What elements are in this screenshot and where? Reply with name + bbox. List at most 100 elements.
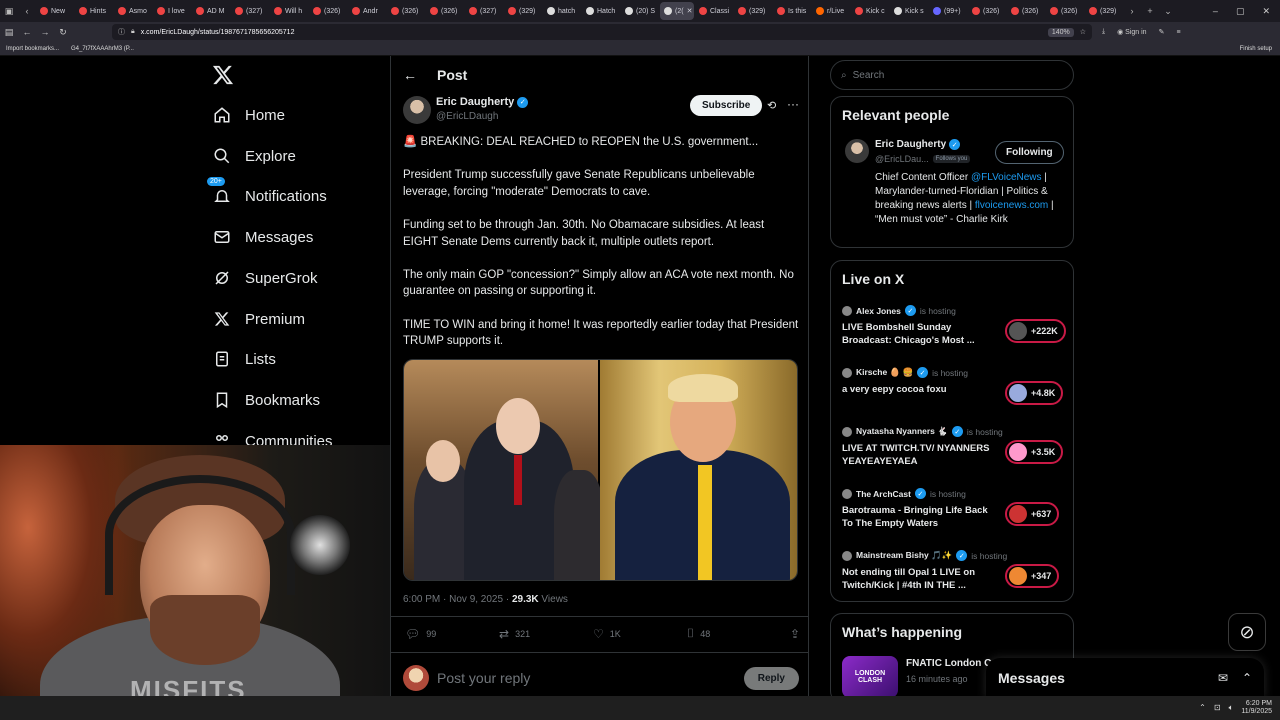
browser-tab[interactable]: (99+)	[929, 2, 967, 20]
browser-tab[interactable]: I love	[153, 2, 191, 20]
nav-explore[interactable]: Explore	[213, 147, 296, 165]
downloads-icon[interactable]: ⤓	[1102, 28, 1105, 36]
more-options-icon[interactable]: ···	[787, 97, 799, 111]
taskbar-clock[interactable]: 6:20 PM 11/9/2025	[1241, 700, 1272, 716]
live-item[interactable]: Mainstream Bishy 🎵✨ ✓ is hosting Not ending…	[842, 550, 1067, 602]
nav-bookmarks[interactable]: Bookmarks	[213, 391, 320, 409]
live-item[interactable]: Kirsche 🥚 🍔 ✓ is hosting a very eepy cocoa …	[842, 367, 1067, 419]
browser-tab[interactable]: Kick c	[851, 2, 889, 20]
nav-notifications[interactable]: 20+ Notifications	[207, 177, 327, 205]
browser-tab[interactable]: (329)	[504, 2, 542, 20]
post-image-senators[interactable]	[404, 360, 604, 580]
expand-drawer-icon[interactable]: ⌃	[1242, 671, 1252, 685]
finish-setup-link[interactable]: Finish setup	[1240, 46, 1280, 52]
messages-drawer[interactable]: Messages ✉ ⌃	[986, 658, 1264, 698]
live-item[interactable]: Nyatasha Nyanners 🐇 ✓ is hosting LIVE AT TW…	[842, 426, 1067, 478]
reply-action[interactable]: 💬︎ 99	[405, 626, 499, 641]
browser-tab[interactable]: (326)	[1007, 2, 1045, 20]
live-listener-pill[interactable]: +3.5K	[1005, 440, 1064, 464]
browser-tab[interactable]: (327)	[465, 2, 503, 20]
post-media[interactable]	[403, 359, 798, 581]
back-button[interactable]: ←	[18, 27, 36, 37]
live-listener-pill[interactable]: +347	[1005, 564, 1060, 588]
zoom-level[interactable]: 140%	[1047, 27, 1074, 37]
share-action[interactable]: ⇪	[790, 626, 800, 641]
compose-message-icon[interactable]: ✉	[1218, 671, 1228, 685]
browser-tab[interactable]: r/Live	[812, 2, 850, 20]
browser-tab[interactable]: (326)	[1046, 2, 1084, 20]
browser-tab[interactable]: Is this	[773, 2, 811, 20]
avatar[interactable]	[403, 96, 431, 124]
browser-tab[interactable]: Hints	[75, 2, 113, 20]
bookmark-star-icon[interactable]: ☆	[1080, 28, 1086, 36]
browser-tab[interactable]: (326)	[968, 2, 1006, 20]
browser-tab[interactable]: Kick s	[890, 2, 928, 20]
nav-premium[interactable]: Premium	[213, 310, 305, 328]
avatar[interactable]	[845, 139, 869, 163]
nav-home[interactable]: Home	[213, 106, 285, 124]
sidebar-toggle-icon[interactable]: ▤	[0, 27, 18, 38]
tab-scroll-left-icon[interactable]: ‹	[18, 6, 36, 16]
forward-button[interactable]: →	[36, 27, 54, 37]
volume-icon[interactable]: 🔈︎	[1229, 703, 1234, 713]
browser-tab[interactable]: Asmo	[114, 2, 152, 20]
relevant-person-handle-text[interactable]: @EricLDau...	[875, 154, 929, 164]
browser-tab[interactable]: (329)	[1085, 2, 1123, 20]
bookmark-image[interactable]: G4_7t7fXAAAhrM3 (P...	[71, 46, 134, 52]
live-listener-pill[interactable]: +4.8K	[1005, 381, 1064, 405]
trend-thumbnail[interactable]: LONDON CLASH	[842, 656, 898, 698]
reply-input[interactable]: Post your reply	[437, 670, 530, 686]
bookmark-import[interactable]: Import bookmarks...	[6, 46, 59, 52]
tab-overflow-icon[interactable]: ⌄	[1159, 6, 1177, 17]
grok-floating-button[interactable]: ⊘	[1228, 613, 1266, 651]
post-image-trump[interactable]	[600, 360, 797, 580]
live-item[interactable]: The ArchCast ✓ is hosting Barotrauma - Brin…	[842, 488, 1067, 540]
bio-mention-link[interactable]: @FLVoiceNews	[971, 172, 1042, 183]
site-info-icon[interactable]: ⓘ	[118, 27, 125, 37]
browser-tab[interactable]: AD M	[192, 2, 230, 20]
browser-tab[interactable]: (329)	[734, 2, 772, 20]
repost-action[interactable]: ⇄ 321	[499, 626, 593, 641]
subscribe-button[interactable]: Subscribe	[690, 95, 763, 116]
back-arrow-icon[interactable]: ←	[403, 67, 417, 83]
browser-tab[interactable]: (327)	[231, 2, 269, 20]
extensions-icon[interactable]: ✎	[1159, 28, 1165, 36]
nav-lists[interactable]: Lists	[213, 350, 276, 368]
browser-tab[interactable]: Classi	[695, 2, 733, 20]
browser-tab[interactable]: Will h	[270, 2, 308, 20]
browser-tab[interactable]: (326)	[426, 2, 464, 20]
new-tab-button[interactable]: +	[1141, 6, 1159, 16]
grok-explain-icon[interactable]: ⟲	[767, 99, 776, 112]
live-listener-pill[interactable]: +637	[1005, 502, 1060, 526]
bookmark-action[interactable]: ⌷ 48	[687, 626, 781, 641]
search-input[interactable]: ⌕ Search	[830, 60, 1074, 90]
nav-supergrok[interactable]: SuperGrok	[213, 269, 318, 287]
post-timestamp[interactable]: 6:00 PM · Nov 9, 2025 ·	[403, 594, 512, 605]
menu-icon[interactable]: ≡	[1176, 29, 1180, 36]
nav-messages[interactable]: Messages	[213, 228, 313, 246]
live-item[interactable]: Alex Jones ✓ is hosting LIVE Bombshell Sund…	[842, 305, 1067, 357]
following-button[interactable]: Following	[995, 141, 1064, 164]
close-tab-icon[interactable]: ✕	[687, 7, 693, 15]
x-logo-icon[interactable]	[212, 64, 234, 86]
url-text[interactable]: x.com/EricLDaugh/status/1987671785656205…	[141, 29, 295, 36]
tray-chevron-icon[interactable]: ⌃	[1199, 703, 1206, 713]
browser-tab[interactable]: New	[36, 2, 74, 20]
relevant-person-name[interactable]: Eric Daugherty ✓	[875, 139, 961, 150]
browser-tab[interactable]: (20) S	[621, 2, 659, 20]
author-handle[interactable]: @EricLDaugh	[436, 111, 498, 122]
reload-button[interactable]: ↻	[54, 27, 72, 38]
bio-website-link[interactable]: flvoicenews.com	[975, 200, 1048, 211]
close-window-button[interactable]: ✕	[1262, 6, 1270, 17]
network-icon[interactable]: ⊡	[1214, 703, 1221, 713]
minimize-button[interactable]: –	[1213, 6, 1218, 17]
address-bar[interactable]: ⓘ 🔒︎ x.com/EricLDaugh/status/19876717856…	[112, 24, 1092, 40]
browser-tab[interactable]: (2(✕	[660, 2, 694, 20]
tab-list-icon[interactable]: ▣	[0, 6, 18, 17]
browser-tab[interactable]: Hatch	[582, 2, 620, 20]
author-name[interactable]: Eric Daugherty ✓	[436, 96, 529, 108]
tab-scroll-right-icon[interactable]: ›	[1123, 6, 1141, 16]
browser-tab[interactable]: Andr	[348, 2, 386, 20]
reply-button[interactable]: Reply	[743, 666, 799, 690]
browser-tab[interactable]: (326)	[387, 2, 425, 20]
